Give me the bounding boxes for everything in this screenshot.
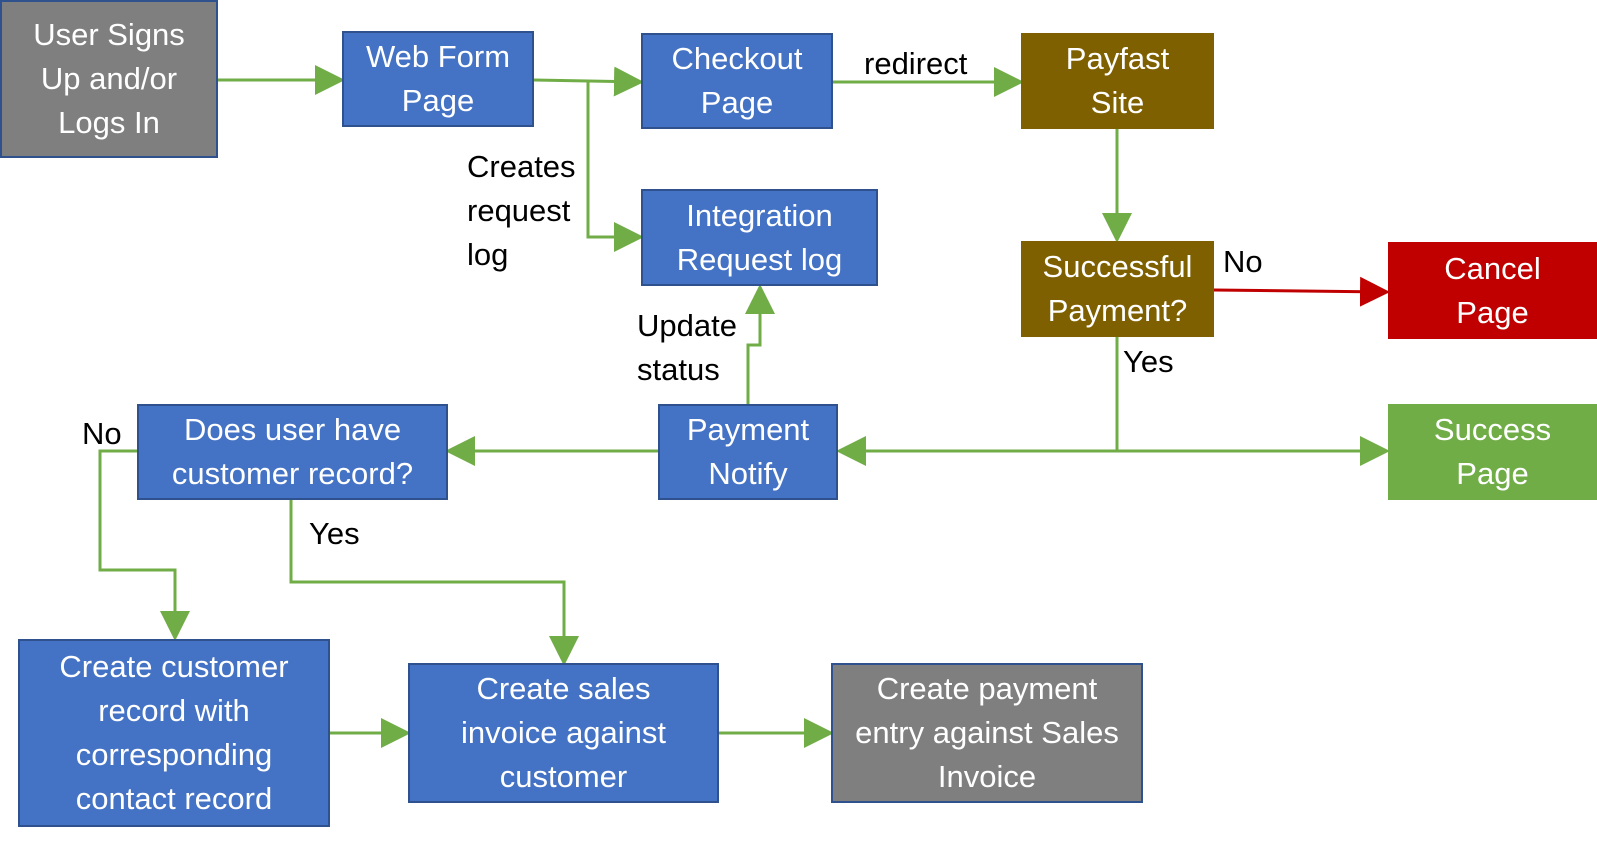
label-customer-yes: Yes — [309, 516, 360, 551]
label-creates-request-log: Creates request log — [467, 149, 576, 272]
node-web-form-page: Web Form Page — [342, 31, 534, 127]
label-payment-yes: Yes — [1123, 344, 1174, 379]
label-redirect: redirect — [864, 46, 968, 81]
node-create-payment-entry: Create payment entry against Sales Invoi… — [831, 663, 1143, 803]
node-successful-payment: Successful Payment? — [1021, 241, 1214, 337]
arrow-successful-notify — [836, 337, 1119, 466]
label-payment-no: No — [1223, 244, 1263, 279]
node-payfast-site: Payfast Site — [1021, 33, 1214, 129]
node-create-customer: Create customer record with correspondin… — [18, 639, 330, 827]
node-success-page: Success Page — [1388, 404, 1597, 500]
label-update-status: Update status — [637, 308, 737, 387]
node-payment-notify: Payment Notify — [658, 404, 838, 500]
node-cancel-page: Cancel Page — [1388, 242, 1597, 339]
arrow-webform-integration — [586, 80, 644, 252]
node-create-sales-invoice: Create sales invoice against customer — [408, 663, 719, 803]
node-has-customer-record: Does user have customer record? — [137, 404, 448, 500]
node-checkout-page: Checkout Page — [641, 33, 833, 129]
node-user-signup: User Signs Up and/or Logs In — [0, 0, 218, 158]
arrow-successful-cancel — [1213, 276, 1390, 307]
arrow-notify-integration — [745, 284, 775, 404]
label-customer-no: No — [82, 416, 122, 451]
node-integration-request-log: Integration Request log — [641, 189, 878, 286]
